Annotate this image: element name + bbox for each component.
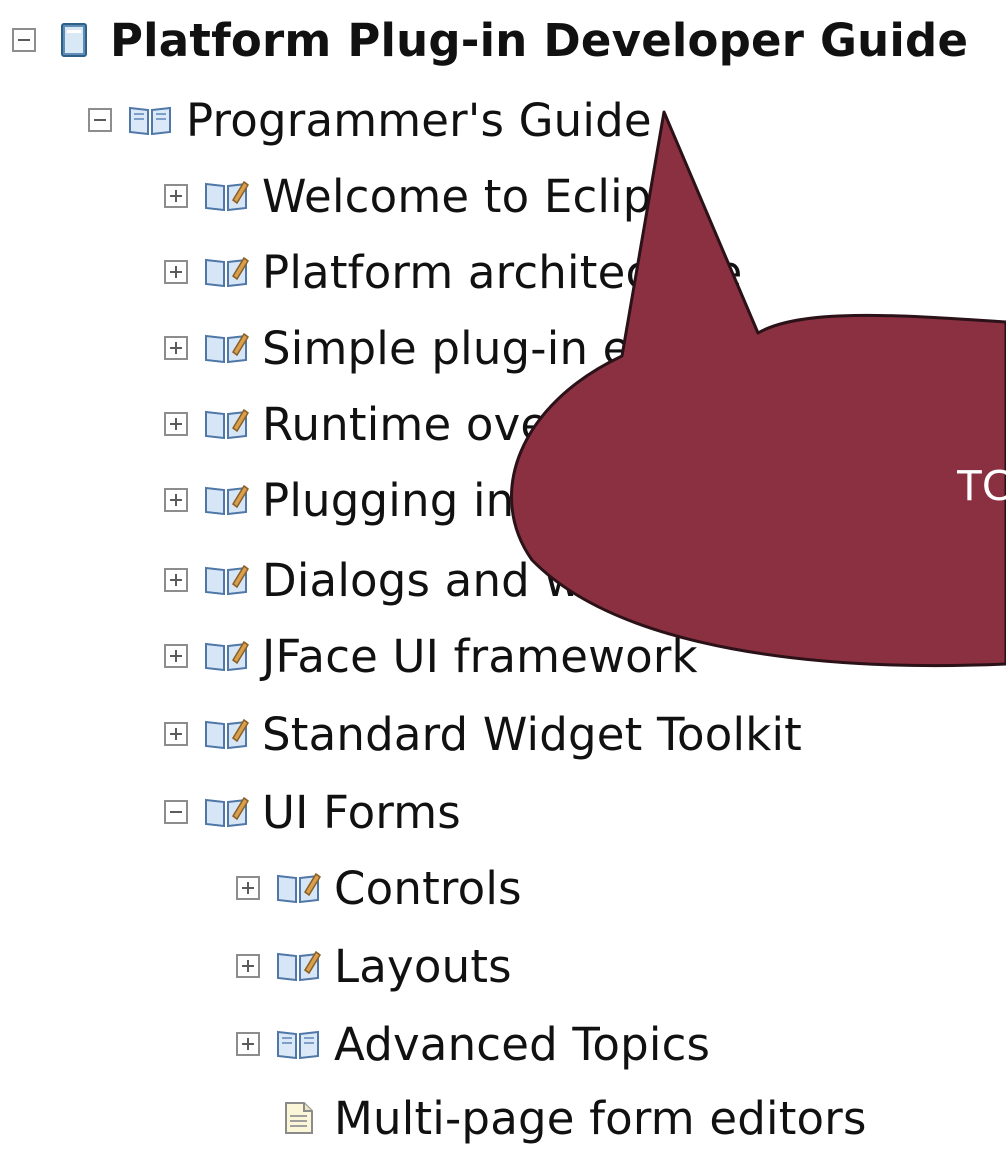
tree-node-layouts[interactable]: Layouts <box>236 928 512 1004</box>
expand-toggle[interactable] <box>236 954 260 978</box>
topic-book-icon <box>202 716 250 752</box>
tree-node-ui-forms[interactable]: UI Forms <box>164 774 461 850</box>
tree-node-welcome[interactable]: Welcome to Eclipse <box>164 158 703 234</box>
help-book-icon <box>50 22 98 58</box>
tree-node-label: Programmer's Guide <box>186 93 652 147</box>
tree-node-label: Dialogs and wizards <box>262 553 717 607</box>
tree-node-label: Advanced Topics <box>334 1017 711 1071</box>
topic-book-icon <box>202 794 250 830</box>
tree-node-label: Platform architecture <box>262 245 743 299</box>
tree-node-dialogs[interactable]: Dialogs and wizards <box>164 542 716 618</box>
tree-node-label: Layouts <box>334 939 512 993</box>
tree-node-label: Welcome to Eclipse <box>262 169 704 223</box>
expand-toggle[interactable] <box>164 568 188 592</box>
collapse-toggle[interactable] <box>164 800 188 824</box>
expand-toggle[interactable] <box>164 644 188 668</box>
tree-node-label: Standard Widget Toolkit <box>262 707 803 761</box>
topic-book-icon <box>202 330 250 366</box>
callout-text: TOC <box>956 461 1006 510</box>
expand-toggle[interactable] <box>164 184 188 208</box>
tree-node-label: Multi-page form editors <box>334 1091 867 1145</box>
expand-toggle[interactable] <box>236 1032 260 1056</box>
document-icon <box>274 1100 322 1136</box>
tree-node-programmers-guide[interactable]: Programmer's Guide <box>88 82 652 158</box>
topic-book-icon <box>202 254 250 290</box>
open-book-icon <box>274 1026 322 1062</box>
topic-book-icon <box>202 482 250 518</box>
tree-node-plugging[interactable]: Plugging into the workbench <box>164 462 912 538</box>
collapse-toggle[interactable] <box>88 108 112 132</box>
tree-node-platform-guide[interactable]: Platform Plug-in Developer Guide <box>12 2 968 78</box>
topic-book-icon <box>202 406 250 442</box>
expand-toggle[interactable] <box>164 488 188 512</box>
expand-toggle[interactable] <box>164 412 188 436</box>
expand-toggle[interactable] <box>164 336 188 360</box>
collapse-toggle[interactable] <box>12 28 36 52</box>
topic-book-icon <box>274 870 322 906</box>
tree-node-label: Plugging into the workbench <box>262 473 913 527</box>
topic-book-icon <box>202 178 250 214</box>
tree-node-label: Controls <box>334 861 522 915</box>
tree-node-label: JFace UI framework <box>262 629 698 683</box>
topic-book-icon <box>274 948 322 984</box>
expand-toggle[interactable] <box>164 722 188 746</box>
tree-node-label: Simple plug-in example <box>262 321 798 375</box>
tree-node-jface[interactable]: JFace UI framework <box>164 618 698 694</box>
tree-node-advanced-topics[interactable]: Advanced Topics <box>236 1006 710 1082</box>
tree-node-controls[interactable]: Controls <box>236 850 522 926</box>
tree-node-platform-architecture[interactable]: Platform architecture <box>164 234 743 310</box>
tree-node-label: UI Forms <box>262 785 461 839</box>
topic-book-icon <box>202 562 250 598</box>
tree-node-swt[interactable]: Standard Widget Toolkit <box>164 696 802 772</box>
tree-node-multipage-editors[interactable]: Multi-page form editors <box>236 1080 867 1156</box>
tree-node-simple-plugin[interactable]: Simple plug-in example <box>164 310 798 386</box>
expand-toggle[interactable] <box>164 260 188 284</box>
tree-node-runtime[interactable]: Runtime overview <box>164 386 671 462</box>
expand-toggle[interactable] <box>236 876 260 900</box>
open-book-icon <box>126 102 174 138</box>
tree-node-label: Runtime overview <box>262 397 672 451</box>
topic-book-icon <box>202 638 250 674</box>
tree-node-label: Platform Plug-in Developer Guide <box>110 13 969 67</box>
